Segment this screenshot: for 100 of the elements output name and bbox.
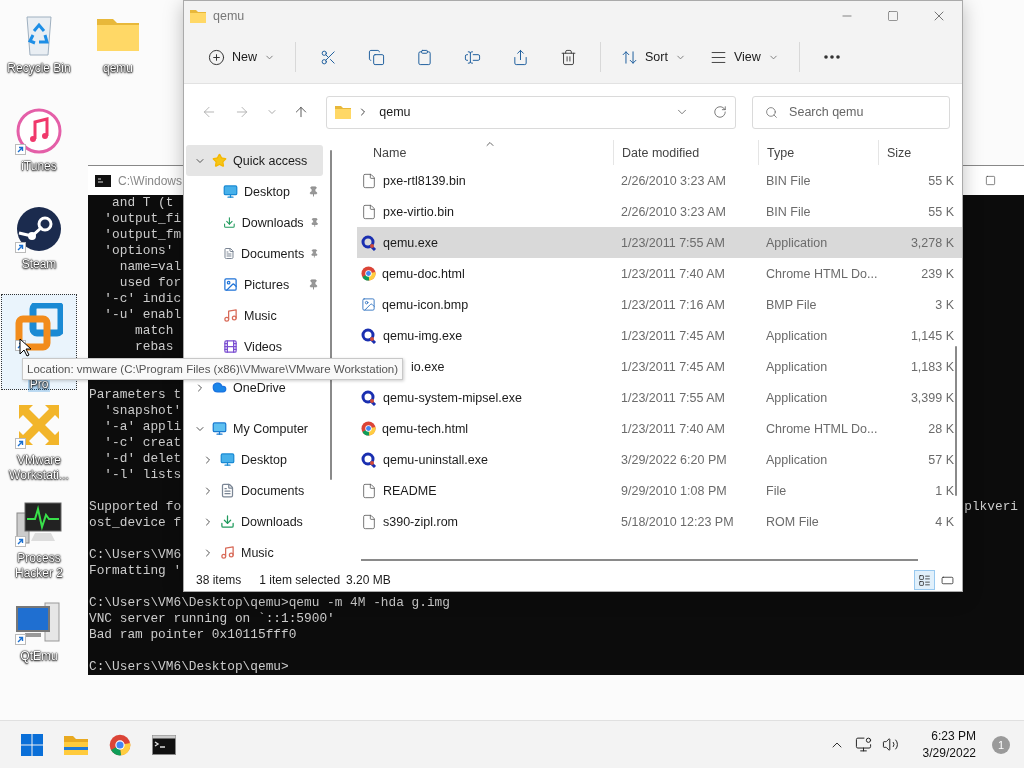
sort-button[interactable]: Sort bbox=[613, 40, 694, 74]
folder-icon bbox=[335, 105, 352, 119]
nav-item[interactable]: Quick access bbox=[186, 145, 323, 176]
desktop-icon-label[interactable]: qemu bbox=[101, 61, 135, 76]
maximize-icon[interactable] bbox=[985, 175, 996, 186]
network-icon[interactable] bbox=[854, 736, 872, 753]
search-field[interactable]: Search qemu bbox=[752, 95, 950, 129]
q-logo-icon bbox=[361, 234, 377, 251]
type-cell-text: File bbox=[765, 483, 788, 498]
file-row[interactable]: qemu-tech.html 1/23/2011 7:40 AM Chrome HTML Do... 28 K bbox=[357, 413, 962, 444]
picture-icon bbox=[223, 277, 238, 292]
terminal-icon bbox=[152, 734, 176, 755]
date-cell-text: 1/23/2011 7:55 AM bbox=[620, 235, 727, 250]
music-note-icon bbox=[15, 107, 63, 155]
type-cell-text: BMP File bbox=[765, 297, 818, 312]
nav-item[interactable]: My Computer bbox=[186, 413, 323, 444]
download-icon bbox=[220, 514, 235, 529]
file-row[interactable]: qemu-doc.html 1/23/2011 7:40 AM Chrome HTML Do... 239 K bbox=[357, 258, 962, 289]
date-cell-text: 1/23/2011 7:45 AM bbox=[620, 359, 727, 374]
file-row[interactable]: qemu-icon.bmp 1/23/2011 7:16 AM BMP File 3 K bbox=[357, 289, 962, 320]
scrollbar[interactable] bbox=[330, 150, 332, 480]
console-line: name=val bbox=[118, 259, 182, 275]
type-cell-text: Application bbox=[765, 328, 829, 343]
file-row[interactable]: pxe-virtio.bin 2/26/2010 3:23 AM BIN File 55 K bbox=[357, 196, 962, 227]
file-row[interactable]: qemu-uninstall.exe 3/29/2022 6:20 PM Application 57 K bbox=[357, 444, 962, 475]
new-button[interactable]: New bbox=[200, 40, 283, 74]
window-title: C:\Windows bbox=[118, 173, 182, 188]
file-name: pxe-virtio.bin bbox=[383, 204, 454, 219]
file-name: s390-zipl.rom bbox=[383, 514, 459, 529]
console-line: '-d' delet bbox=[103, 451, 182, 467]
desktop-icon-label[interactable]: Process Hacker 2 bbox=[2, 551, 76, 581]
date-cell-text: 1/23/2011 7:40 AM bbox=[620, 421, 727, 436]
file-row[interactable]: qemu-img.exe 1/23/2011 7:45 AM Application 1,145 K bbox=[357, 320, 962, 351]
file-row[interactable]: README 9/29/2010 1:08 PM File 1 K bbox=[357, 475, 962, 506]
console-line: used for bbox=[118, 275, 182, 291]
file-row[interactable]: s390-zipl.rom 5/18/2010 12:23 PM ROM File 4 K bbox=[357, 506, 962, 537]
view-button[interactable]: View bbox=[701, 40, 787, 74]
refresh-icon[interactable] bbox=[713, 105, 728, 119]
nav-item[interactable]: Documents bbox=[186, 475, 323, 506]
console-line: 'output_fm bbox=[103, 227, 182, 243]
type-cell-text: Chrome HTML Do... bbox=[765, 421, 878, 436]
desktop-icon bbox=[223, 184, 238, 199]
type-cell-text: Application bbox=[765, 390, 829, 405]
desktop-icon-label[interactable]: iTunes bbox=[19, 159, 59, 174]
nav-item[interactable]: Desktop bbox=[186, 176, 323, 207]
chrome-icon bbox=[109, 733, 131, 756]
nav-item[interactable]: Music bbox=[186, 537, 323, 568]
date-cell-text: 1/23/2011 7:16 AM bbox=[620, 297, 727, 312]
date-cell-text: 5/18/2010 12:23 PM bbox=[620, 514, 735, 529]
nav-item[interactable]: Downloads bbox=[186, 506, 323, 537]
details-view-button[interactable] bbox=[914, 570, 935, 590]
column-header[interactable]: Name bbox=[357, 140, 613, 165]
console-line: Bad ram pointer 0x10115fff0 bbox=[89, 627, 297, 643]
size-cell-text: 239 K bbox=[920, 266, 954, 281]
column-header[interactable]: Size bbox=[878, 140, 954, 165]
file-name: qemu-system-mipsel.exe bbox=[383, 390, 522, 405]
type-cell-text: Application bbox=[765, 452, 829, 467]
nav-item[interactable]: Documents bbox=[186, 238, 323, 269]
file-row[interactable]: pxe-rtl8139.bin 2/26/2010 3:23 AM BIN File 55 K bbox=[357, 165, 962, 196]
nav-item[interactable]: Music bbox=[186, 300, 323, 331]
q-logo-icon bbox=[361, 389, 377, 406]
folder-icon bbox=[190, 9, 206, 23]
date-cell-text: 2/26/2010 3:23 AM bbox=[620, 204, 727, 219]
nav-item[interactable]: Desktop bbox=[186, 444, 323, 475]
maximize-icon bbox=[887, 10, 899, 22]
console-line: C:\Users\VM6 bbox=[89, 547, 182, 563]
scrollbar[interactable] bbox=[955, 346, 957, 496]
file-name: qemu-uninstall.exe bbox=[383, 452, 488, 467]
address-bar[interactable]: qemu bbox=[326, 95, 737, 129]
console-line: Formatting ' bbox=[89, 563, 182, 579]
desktop-icon-label[interactable]: Steam bbox=[19, 257, 59, 272]
steam-icon bbox=[15, 205, 63, 253]
console-line: 'options' bbox=[103, 243, 174, 259]
file-name: qemu.exe bbox=[383, 235, 438, 250]
desktop-icon-label[interactable]: Recycle Bin bbox=[5, 61, 73, 76]
q-logo-icon bbox=[361, 451, 377, 468]
file-icon bbox=[361, 203, 377, 220]
type-cell-text: Application bbox=[765, 235, 829, 250]
column-header[interactable]: Type bbox=[758, 140, 878, 165]
scissors-icon bbox=[319, 48, 337, 66]
music-icon bbox=[220, 545, 235, 560]
file-row[interactable]: qemu-system-mipsel.exe 1/23/2011 7:55 AM Application 3,399 K bbox=[357, 382, 962, 413]
selection-count: 1 item selected bbox=[259, 573, 341, 587]
clock[interactable]: 6:23 PM 3/29/2022 bbox=[922, 727, 976, 762]
volume-icon[interactable] bbox=[881, 736, 899, 753]
column-header[interactable]: Date modified bbox=[613, 140, 758, 165]
video-icon bbox=[223, 339, 238, 354]
document-icon bbox=[223, 246, 235, 261]
nav-item[interactable]: Downloads bbox=[186, 207, 323, 238]
desktop-icon-label[interactable]: VMware Workstati... bbox=[2, 453, 76, 483]
nav-item[interactable]: Pictures bbox=[186, 269, 323, 300]
size-cell-text: 4 K bbox=[934, 514, 954, 529]
rename-icon bbox=[463, 48, 481, 66]
desktop-icon-label[interactable]: QtEmu bbox=[18, 649, 60, 664]
file-row[interactable]: qemu.exe 1/23/2011 7:55 AM Application 3,278 K bbox=[357, 227, 962, 258]
overlapping-squares-icon bbox=[15, 303, 63, 351]
item-count: 38 items bbox=[196, 573, 242, 587]
image-file-icon bbox=[361, 297, 376, 312]
star-icon bbox=[212, 153, 227, 168]
scrollbar[interactable] bbox=[361, 559, 918, 561]
